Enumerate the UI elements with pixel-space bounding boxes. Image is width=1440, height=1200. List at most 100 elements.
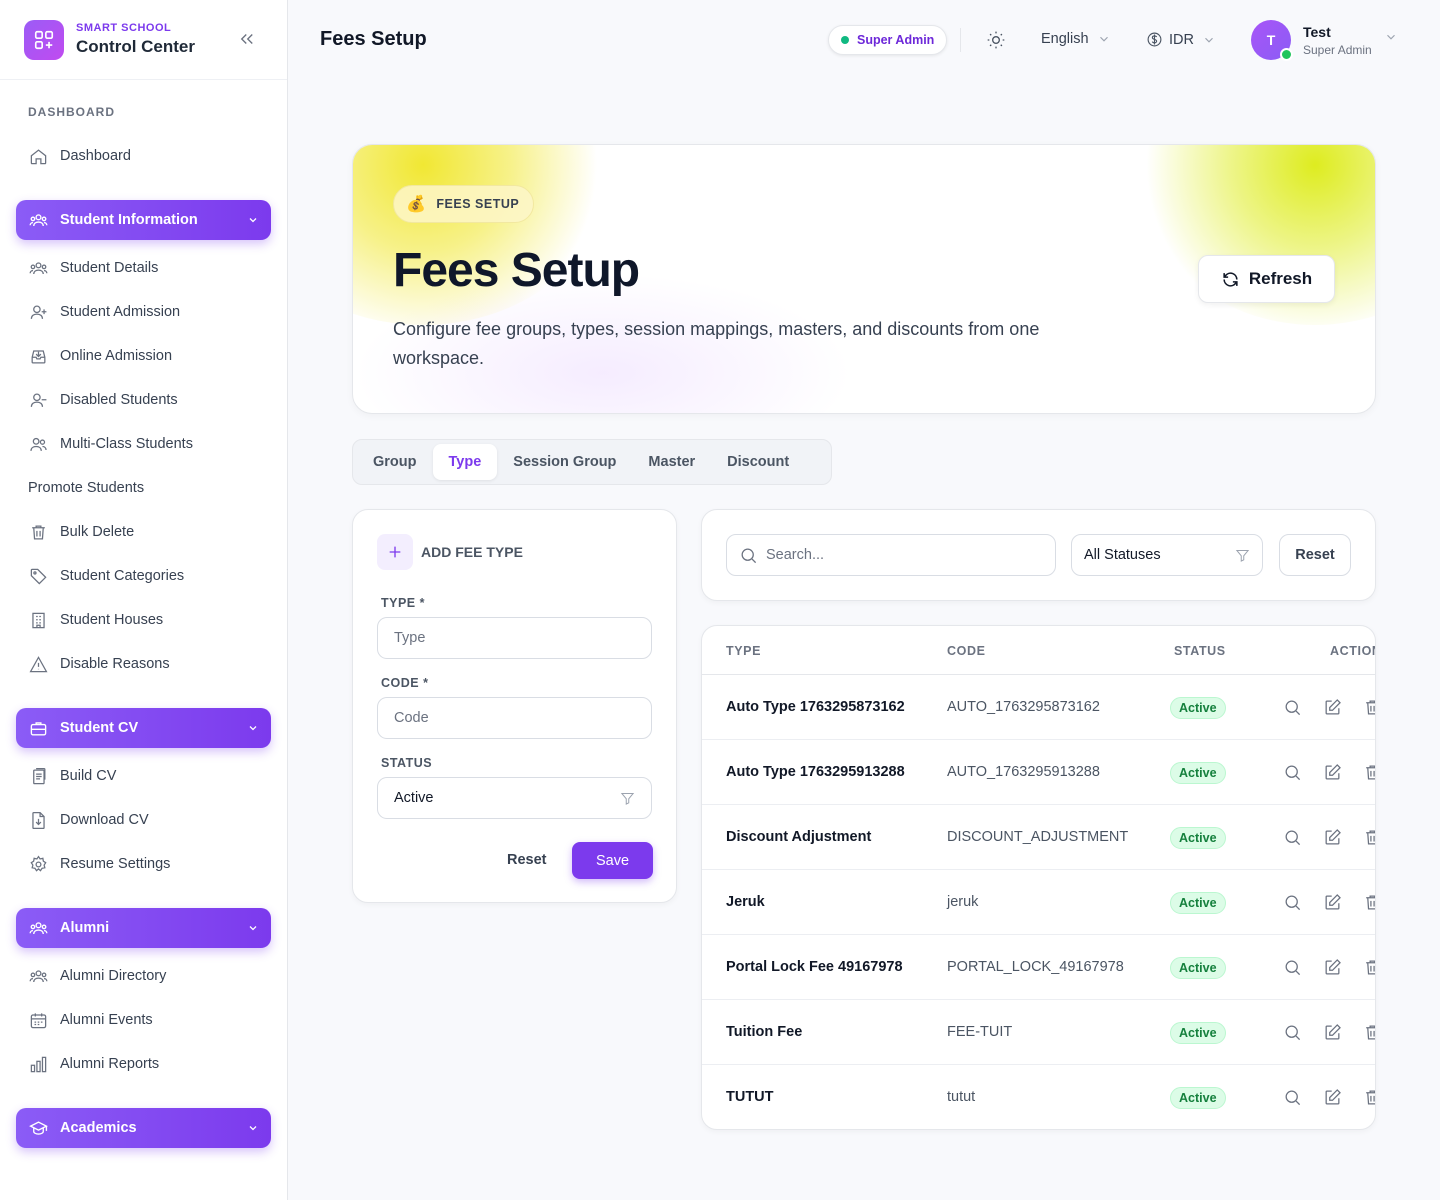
- sidebar-item-promote-students[interactable]: Promote Students: [16, 468, 271, 508]
- sidebar-item-student-houses[interactable]: Student Houses: [16, 600, 271, 640]
- sidebar-item-label: Student Admission: [60, 304, 181, 320]
- search-input[interactable]: [766, 547, 1036, 563]
- tab-discount[interactable]: Discount: [711, 444, 805, 480]
- column-header-code: CODE: [947, 644, 986, 658]
- edit-icon[interactable]: [1322, 957, 1342, 977]
- role-badge-label: Super Admin: [857, 33, 935, 47]
- filter-reset-button[interactable]: Reset: [1279, 534, 1351, 576]
- user-name[interactable]: Test: [1303, 24, 1331, 40]
- delete-icon[interactable]: [1362, 827, 1375, 847]
- graduation-cap-icon: [28, 1118, 48, 1138]
- sidebar-item-label: Build CV: [60, 768, 117, 784]
- sidebar-item-resume-settings[interactable]: Resume Settings: [16, 844, 271, 884]
- edit-icon[interactable]: [1322, 827, 1342, 847]
- sidebar-item-label: Online Admission: [60, 348, 173, 364]
- tab-group[interactable]: Group: [357, 444, 433, 480]
- avatar-initial: T: [1266, 32, 1276, 48]
- code-input[interactable]: [377, 697, 652, 739]
- table-row: Portal Lock Fee 49167978 PORTAL_LOCK_4916…: [702, 935, 1375, 1000]
- delete-icon[interactable]: [1362, 1087, 1375, 1107]
- sidebar: SMART SCHOOL Control Center DASHBOARD Da…: [0, 0, 288, 1200]
- view-icon[interactable]: [1282, 1087, 1302, 1107]
- currency-selector[interactable]: IDR: [1146, 31, 1216, 48]
- role-badge: Super Admin: [828, 25, 948, 55]
- brand-subtitle: SMART SCHOOL: [76, 22, 172, 34]
- sidebar-item-build-cv[interactable]: Build CV: [16, 756, 271, 796]
- delete-icon[interactable]: [1362, 892, 1375, 912]
- sidebar-item-online-admission[interactable]: Online Admission: [16, 336, 271, 376]
- edit-icon[interactable]: [1322, 762, 1342, 782]
- language-selector[interactable]: English: [1041, 31, 1111, 47]
- sidebar-item-label: Disable Reasons: [60, 656, 170, 672]
- sidebar-group-student-cv[interactable]: Student CV: [16, 708, 271, 748]
- chevron-down-icon: [247, 1122, 259, 1134]
- column-header-actions: ACTIONS: [1330, 644, 1375, 658]
- sun-icon[interactable]: [986, 30, 1006, 50]
- sidebar-item-student-categories[interactable]: Student Categories: [16, 556, 271, 596]
- search-icon: [739, 546, 758, 565]
- delete-icon[interactable]: [1362, 697, 1375, 717]
- status-filter-value: All Statuses: [1084, 547, 1161, 563]
- fee-types-table: TYPE CODE STATUS ACTIONS Auto Type 17632…: [701, 625, 1376, 1130]
- status-select[interactable]: Active: [377, 777, 652, 819]
- cell-code: AUTO_1763295873162: [947, 699, 1100, 715]
- status-filter-select[interactable]: All Statuses: [1071, 534, 1263, 576]
- sidebar-item-disable-reasons[interactable]: Disable Reasons: [16, 644, 271, 684]
- sidebar-item-alumni-directory[interactable]: Alumni Directory: [16, 956, 271, 996]
- sidebar-item-multi-class-students[interactable]: Multi-Class Students: [16, 424, 271, 464]
- status-badge: Active: [1170, 827, 1226, 849]
- collapse-sidebar-icon[interactable]: [236, 28, 258, 50]
- warning-icon: [28, 654, 48, 674]
- save-button[interactable]: Save: [572, 842, 653, 879]
- tab-type[interactable]: Type: [432, 444, 498, 480]
- sidebar-item-label: Alumni Directory: [60, 968, 167, 984]
- sidebar-item-download-cv[interactable]: Download CV: [16, 800, 271, 840]
- delete-icon[interactable]: [1362, 762, 1375, 782]
- hero-card: 💰 FEES SETUP Fees Setup Configure fee gr…: [352, 144, 1376, 414]
- users-icon: [28, 434, 48, 454]
- sidebar-item-dashboard[interactable]: Dashboard: [16, 136, 271, 176]
- section-label-dashboard: DASHBOARD: [28, 105, 115, 119]
- sidebar-item-label: Resume Settings: [60, 856, 171, 872]
- view-icon[interactable]: [1282, 827, 1302, 847]
- chevron-down-icon[interactable]: [1384, 30, 1398, 49]
- status-dot-icon: [1280, 48, 1293, 61]
- sidebar-item-label: Alumni Events: [60, 1012, 153, 1028]
- sidebar-item-alumni-events[interactable]: Alumni Events: [16, 1000, 271, 1040]
- tag-icon: [28, 566, 48, 586]
- edit-icon[interactable]: [1322, 892, 1342, 912]
- sidebar-item-student-admission[interactable]: Student Admission: [16, 292, 271, 332]
- type-input[interactable]: [377, 617, 652, 659]
- form-reset-button[interactable]: Reset: [507, 852, 547, 868]
- sidebar-group-alumni[interactable]: Alumni: [16, 908, 271, 948]
- table-row: Auto Type 1763295913288 AUTO_176329591328…: [702, 740, 1375, 805]
- chevron-down-icon: [247, 722, 259, 734]
- view-icon[interactable]: [1282, 697, 1302, 717]
- edit-icon[interactable]: [1322, 697, 1342, 717]
- edit-icon[interactable]: [1322, 1087, 1342, 1107]
- status-badge: Active: [1170, 892, 1226, 914]
- bar-chart-icon: [28, 1054, 48, 1074]
- delete-icon[interactable]: [1362, 957, 1375, 977]
- language-value: English: [1041, 31, 1089, 47]
- sidebar-item-label: Promote Students: [28, 480, 145, 496]
- edit-icon[interactable]: [1322, 1022, 1342, 1042]
- tab-master[interactable]: Master: [632, 444, 711, 480]
- sidebar-item-bulk-delete[interactable]: Bulk Delete: [16, 512, 271, 552]
- sidebar-item-disabled-students[interactable]: Disabled Students: [16, 380, 271, 420]
- delete-icon[interactable]: [1362, 1022, 1375, 1042]
- page-title: Fees Setup: [320, 28, 427, 50]
- view-icon[interactable]: [1282, 957, 1302, 977]
- chevron-down-icon: [1202, 33, 1216, 47]
- sidebar-item-alumni-reports[interactable]: Alumni Reports: [16, 1044, 271, 1084]
- sidebar-group-academics[interactable]: Academics: [16, 1108, 271, 1148]
- refresh-button[interactable]: Refresh: [1198, 255, 1335, 303]
- view-icon[interactable]: [1282, 892, 1302, 912]
- avatar[interactable]: T: [1251, 20, 1293, 61]
- sidebar-item-student-details[interactable]: Student Details: [16, 248, 271, 288]
- users-icon: [28, 210, 48, 230]
- tab-session-group[interactable]: Session Group: [497, 444, 632, 480]
- view-icon[interactable]: [1282, 1022, 1302, 1042]
- sidebar-group-student-information[interactable]: Student Information: [16, 200, 271, 240]
- view-icon[interactable]: [1282, 762, 1302, 782]
